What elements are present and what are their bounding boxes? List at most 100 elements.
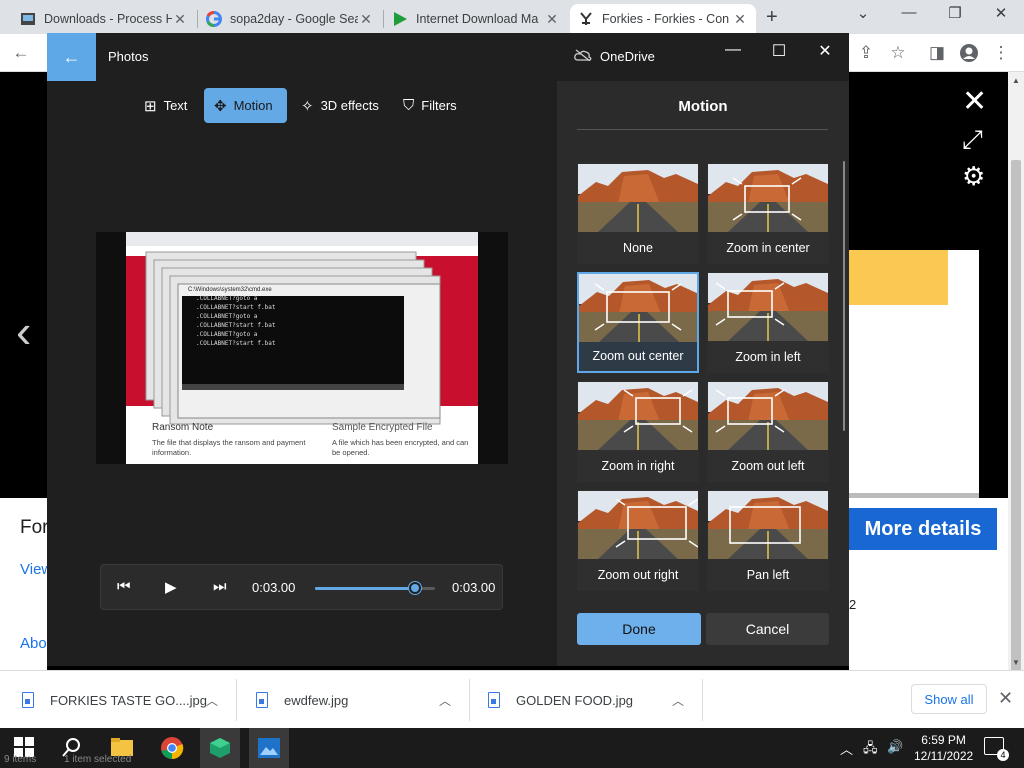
3d-effects-tool-button[interactable]: ✧ 3D effects — [291, 88, 389, 123]
cancel-button[interactable]: Cancel — [706, 613, 829, 645]
motion-option-zoom-out-left[interactable]: Zoom out left — [707, 381, 829, 482]
motion-option-label: Zoom out right — [597, 568, 679, 582]
motion-option-none[interactable]: None — [577, 163, 699, 264]
close-tab-icon[interactable]: ✕ — [544, 11, 560, 28]
download-item[interactable]: FORKIES TASTE GO....jpg ︿ — [22, 671, 232, 729]
onedrive-status[interactable]: OneDrive — [574, 49, 655, 64]
tab-internet-download-manager[interactable]: Internet Download Ma ✕ — [384, 4, 568, 34]
page-heading-fragment: For — [20, 517, 49, 538]
photos-title: Photos — [108, 49, 149, 64]
chrome-icon[interactable] — [160, 736, 184, 760]
photos-minimize-icon[interactable]: — — [713, 41, 753, 59]
playback-slider[interactable] — [315, 582, 435, 594]
previous-image-icon[interactable]: ‹ — [16, 304, 31, 358]
minimize-icon[interactable]: — — [886, 4, 932, 21]
windows-taskbar: 9 items 1 item selected ︿ 🖧 🔊 6:59 PM 12… — [0, 728, 1024, 768]
canyon-road-thumbnail — [578, 491, 698, 559]
notification-center-icon[interactable]: 4 — [984, 737, 1009, 761]
taskbar-running-app[interactable] — [200, 728, 240, 768]
show-all-button[interactable]: Show all — [911, 684, 987, 714]
download-item[interactable]: GOLDEN FOOD.jpg ︿ — [488, 671, 698, 729]
motion-icon: ✥ — [214, 97, 227, 115]
playback-slider-thumb[interactable] — [408, 582, 421, 594]
scrollbar-thumb[interactable] — [1011, 160, 1021, 722]
motion-option-label: Pan left — [746, 568, 790, 582]
scroll-up-icon[interactable]: ▲ — [1012, 76, 1020, 85]
clock-date: 12/11/2022 — [914, 749, 974, 763]
tab-title: Forkies - Forkies - Con — [602, 12, 730, 26]
close-downloads-icon[interactable]: ✕ — [998, 688, 1013, 709]
motion-option-pan-left[interactable]: Pan left — [707, 490, 829, 591]
motion-option-zoom-in-left[interactable]: Zoom in left — [707, 272, 829, 373]
play-icon[interactable]: ▶ — [165, 578, 177, 596]
photos-app-icon — [257, 737, 281, 764]
divider — [702, 679, 703, 721]
share-icon[interactable]: ⇪ — [855, 43, 877, 63]
3d-effects-tool-label: 3D effects — [320, 98, 379, 113]
browser-tabstrip: Downloads - Process H ✕ sopa2day - Googl… — [0, 0, 1024, 34]
filters-tool-button[interactable]: ⛉ Filters — [393, 88, 467, 123]
close-tab-icon[interactable]: ✕ — [732, 11, 748, 28]
motion-option-label: None — [623, 241, 653, 255]
motion-option-zoom-out-right[interactable]: Zoom out right — [577, 490, 699, 591]
tab-search-chevron-icon[interactable]: ⌄ — [840, 4, 886, 22]
canyon-road-thumbnail — [579, 274, 697, 342]
motion-option-zoom-in-center[interactable]: Zoom in center — [707, 163, 829, 264]
sample-encrypted-desc: A file which has been encrypted, and can… — [332, 438, 469, 457]
photos-close-icon[interactable]: ✕ — [805, 41, 845, 61]
motion-tool-button[interactable]: ✥ Motion — [204, 88, 287, 123]
page-scrollbar[interactable]: ▲ ▼ — [1008, 72, 1024, 722]
scroll-down-icon[interactable]: ▼ — [1012, 658, 1020, 667]
text-tool-button[interactable]: ⊞ Text — [134, 88, 197, 123]
idm-icon — [392, 11, 408, 27]
photos-maximize-icon[interactable]: ☐ — [759, 41, 799, 61]
download-item[interactable]: ewdfew.jpg ︿ — [256, 671, 466, 729]
canyon-road-thumbnail — [708, 164, 828, 232]
canyon-road-thumbnail — [708, 273, 828, 341]
previous-frame-icon[interactable]: ⏮ — [117, 578, 131, 595]
motion-option-zoom-out-center[interactable]: Zoom out center — [577, 272, 699, 373]
side-panel-icon[interactable]: ◨ — [926, 43, 948, 63]
system-clock[interactable]: 6:59 PM 12/11/2022 — [914, 732, 973, 764]
sample-encrypted-title: Sample Encrypted File — [332, 422, 433, 433]
bookmark-star-icon[interactable]: ☆ — [887, 43, 909, 63]
motion-option-label: Zoom out center — [592, 349, 684, 363]
onedrive-label: OneDrive — [600, 49, 655, 64]
close-window-icon[interactable]: ✕ — [978, 4, 1024, 22]
close-tab-icon[interactable]: ✕ — [172, 11, 188, 28]
tab-downloads-process-hacker[interactable]: Downloads - Process H ✕ — [12, 4, 196, 34]
tab-google-search[interactable]: sopa2day - Google Sea ✕ — [198, 4, 382, 34]
chevron-up-icon[interactable]: ︿ — [206, 692, 218, 709]
photos-titlebar: ← Photos OneDrive — ☐ ✕ — [47, 33, 849, 81]
back-arrow-icon[interactable]: ← — [10, 43, 32, 63]
more-details-button[interactable]: More details — [849, 508, 997, 550]
expand-icon[interactable]: ⤢ — [962, 124, 983, 156]
show-hidden-icons-chevron-icon[interactable]: ︿ — [840, 739, 853, 758]
settings-gear-icon[interactable]: ⚙ — [962, 161, 985, 192]
profile-avatar-icon[interactable] — [958, 43, 980, 68]
photos-back-icon[interactable]: ← — [47, 33, 96, 81]
network-icon[interactable]: 🖧 — [863, 739, 878, 761]
image-file-icon — [256, 692, 268, 708]
canyon-road-thumbnail — [578, 382, 698, 450]
new-tab-plus-icon[interactable]: + — [766, 6, 778, 29]
yellow-banner — [849, 250, 948, 305]
done-button[interactable]: Done — [577, 613, 701, 645]
motion-panel-title: Motion — [678, 98, 728, 115]
text-add-icon: ⊞ — [144, 97, 157, 115]
chevron-up-icon[interactable]: ︿ — [439, 692, 451, 709]
next-frame-icon[interactable]: ⏭ — [213, 578, 227, 595]
close-viewer-icon[interactable]: ✕ — [962, 84, 987, 119]
motion-option-zoom-in-right[interactable]: Zoom in right — [577, 381, 699, 482]
close-tab-icon[interactable]: ✕ — [358, 11, 374, 28]
restore-icon[interactable]: ❐ — [932, 4, 978, 22]
volume-icon[interactable]: 🔊 — [887, 739, 903, 755]
playback-progress — [315, 587, 415, 590]
motion-panel-scrollbar[interactable] — [843, 161, 845, 431]
canyon-road-thumbnail — [578, 164, 698, 232]
ransom-note-desc: The file that displays the ransom and pa… — [152, 438, 306, 457]
chevron-up-icon[interactable]: ︿ — [672, 692, 684, 709]
taskbar-photos-app[interactable] — [249, 728, 289, 768]
menu-kebab-icon[interactable]: ⋮ — [990, 43, 1012, 63]
tab-forkies[interactable]: Forkies - Forkies - Con ✕ — [570, 4, 756, 34]
